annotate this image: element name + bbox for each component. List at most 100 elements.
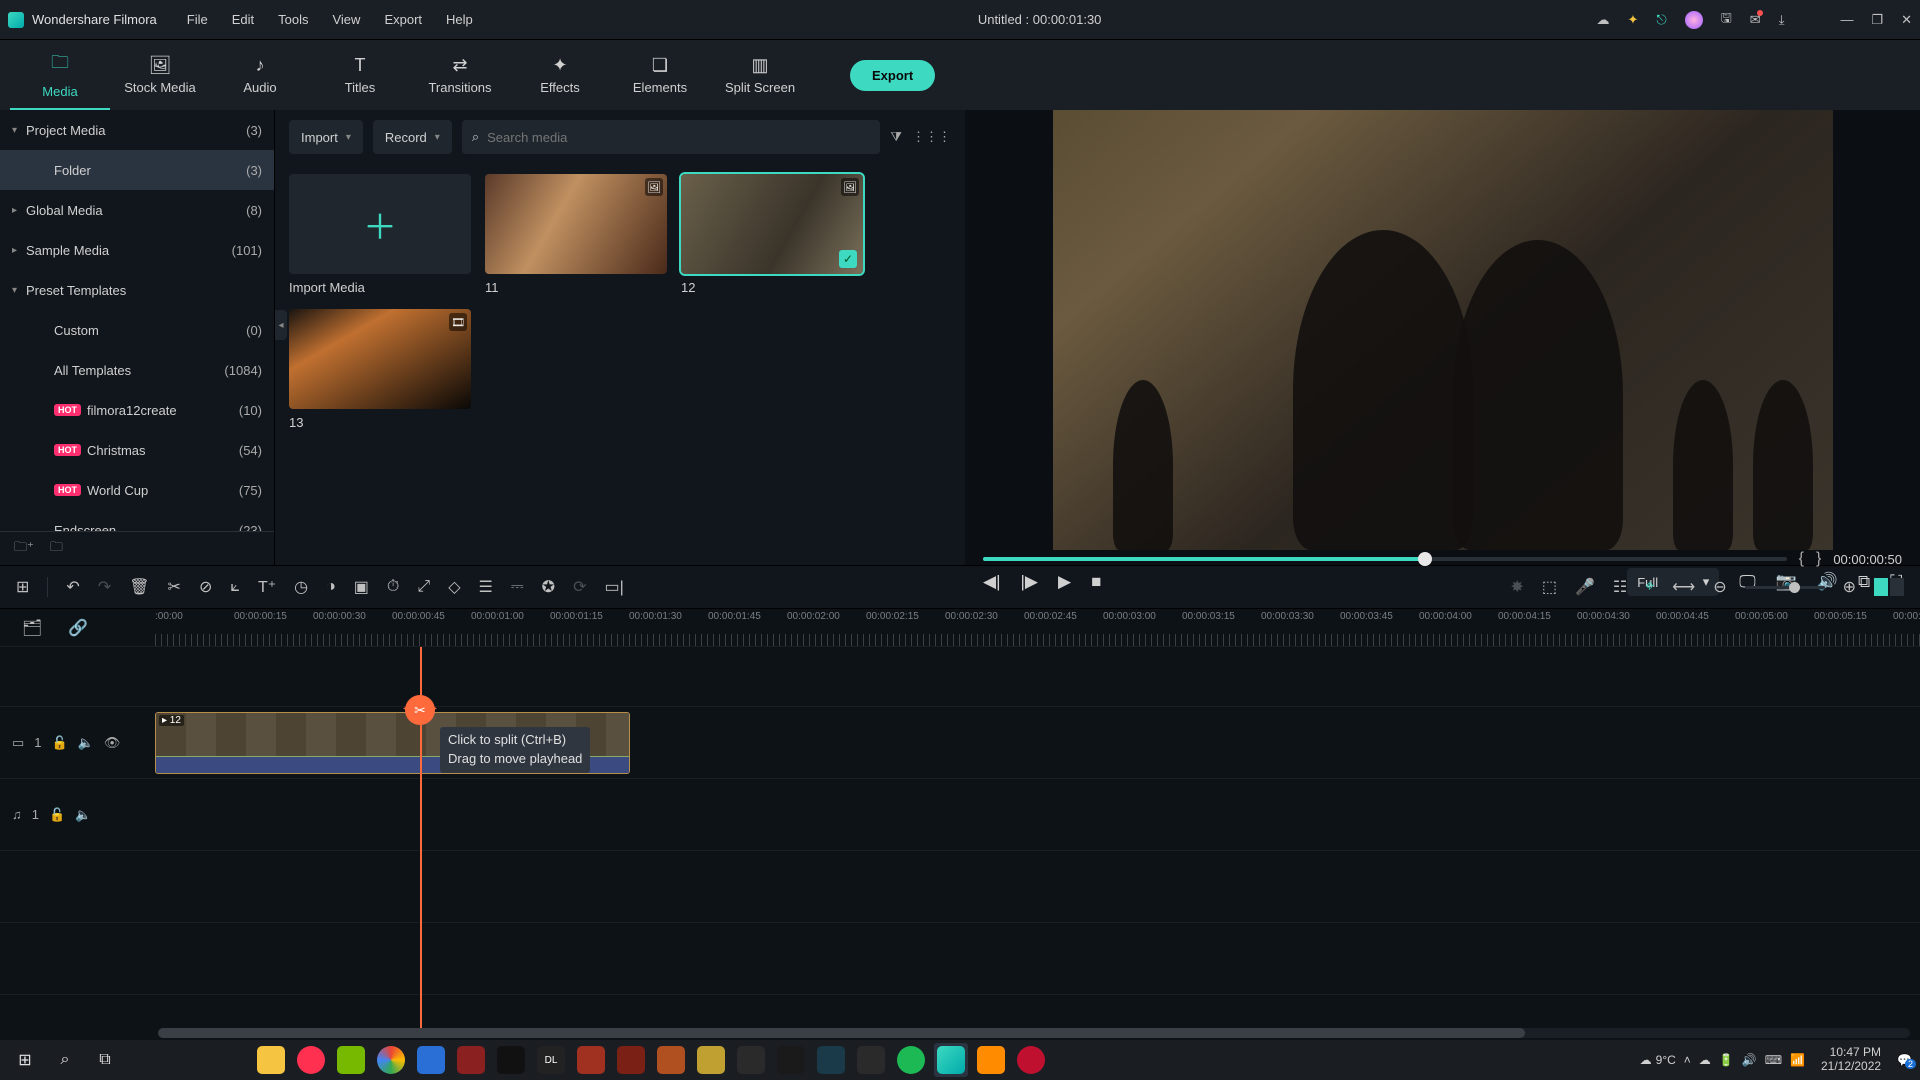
- tray-battery-icon[interactable]: 🔋: [1719, 1053, 1734, 1067]
- menu-export[interactable]: Export: [374, 8, 432, 31]
- taskbar-app[interactable]: [334, 1043, 368, 1077]
- tray-language-icon[interactable]: ⌨: [1765, 1053, 1782, 1067]
- track-visibility-icon[interactable]: 👁: [104, 735, 121, 751]
- track-mute-icon[interactable]: 🔈: [78, 735, 94, 751]
- audio-adjust-icon[interactable]: ⎓: [511, 578, 524, 596]
- menu-view[interactable]: View: [322, 8, 370, 31]
- task-view-button[interactable]: ⧉: [88, 1043, 122, 1077]
- adjust-icon[interactable]: ☰: [479, 577, 493, 597]
- magnet-snap-icon[interactable]: ⌖: [1645, 578, 1654, 596]
- taskbar-app[interactable]: [1014, 1043, 1048, 1077]
- play-button[interactable]: ▶: [1058, 572, 1071, 592]
- start-button[interactable]: ⊞: [8, 1043, 42, 1077]
- speed-icon[interactable]: ◷: [294, 577, 308, 597]
- tray-chevron-icon[interactable]: ˄: [1684, 1053, 1691, 1067]
- tab-transitions[interactable]: ⇄Transitions: [410, 40, 510, 110]
- timeline-scrollbar[interactable]: [158, 1028, 1910, 1038]
- mark-out-button[interactable]: }: [1816, 550, 1821, 568]
- tab-audio[interactable]: ♪Audio: [210, 40, 310, 110]
- record-dropdown[interactable]: Record▾: [373, 120, 452, 154]
- tray-volume-icon[interactable]: 🔊: [1742, 1053, 1757, 1067]
- mask-icon[interactable]: ◇: [448, 577, 460, 597]
- taskbar-app[interactable]: [734, 1043, 768, 1077]
- zoom-slider[interactable]: [1745, 586, 1825, 589]
- import-dropdown[interactable]: Import▾: [289, 120, 363, 154]
- track-manager-icon[interactable]: 🗂: [22, 618, 42, 638]
- render-icon[interactable]: ⟳: [573, 577, 586, 597]
- collapse-sidebar-toggle[interactable]: ◂: [275, 310, 287, 340]
- ripple-icon[interactable]: ⟷: [1672, 577, 1695, 597]
- color-icon[interactable]: ◑: [326, 578, 336, 596]
- tab-media[interactable]: 🗀Media: [10, 40, 110, 110]
- undo-icon[interactable]: ↶: [66, 577, 79, 597]
- zoom-out-icon[interactable]: ⊖: [1713, 577, 1726, 597]
- search-button[interactable]: ⌕: [48, 1043, 82, 1077]
- taskbar-app[interactable]: [974, 1043, 1008, 1077]
- window-close[interactable]: ✕: [1901, 12, 1912, 28]
- taskbar-app[interactable]: [774, 1043, 808, 1077]
- tree-item[interactable]: Custom(0): [0, 310, 274, 350]
- grid-view-icon[interactable]: ⋮⋮⋮: [912, 129, 951, 145]
- preview-scrubber[interactable]: [983, 557, 1787, 561]
- mixer-icon[interactable]: ☷: [1613, 577, 1627, 597]
- redo-icon[interactable]: ↷: [98, 577, 111, 597]
- new-folder-icon[interactable]: 🗀⁺: [14, 538, 34, 560]
- media-thumbnail[interactable]: 🎞13: [289, 309, 471, 430]
- group-icon[interactable]: ▭|: [604, 577, 623, 597]
- text-tool-icon[interactable]: T⁺: [258, 577, 276, 597]
- crop-icon[interactable]: ⟀: [230, 578, 240, 596]
- messages-icon[interactable]: ✉: [1750, 12, 1761, 28]
- fit-icon[interactable]: ⤢: [417, 578, 430, 596]
- delete-icon[interactable]: 🗑: [129, 577, 149, 597]
- link-toggle-icon[interactable]: 🔗: [68, 618, 88, 638]
- taskbar-app-active[interactable]: [934, 1043, 968, 1077]
- weather-widget[interactable]: ☁9°C: [1640, 1053, 1676, 1067]
- zoom-in-icon[interactable]: ⊕: [1843, 577, 1856, 597]
- taskbar-app[interactable]: [814, 1043, 848, 1077]
- tree-item[interactable]: All Templates(1084): [0, 350, 274, 390]
- filter-icon[interactable]: ⧩: [890, 129, 902, 145]
- taskbar-app[interactable]: [294, 1043, 328, 1077]
- track-lock-icon[interactable]: 🔓: [52, 735, 68, 751]
- open-folder-icon[interactable]: 🗀: [50, 538, 63, 560]
- taskbar-app[interactable]: [254, 1043, 288, 1077]
- tree-item[interactable]: ▸Global Media(8): [0, 190, 274, 230]
- taskbar-app[interactable]: [374, 1043, 408, 1077]
- tab-effects[interactable]: ✦Effects: [510, 40, 610, 110]
- track-mute-icon[interactable]: 🔈: [75, 807, 91, 823]
- media-search[interactable]: ⌕: [462, 120, 881, 154]
- menu-tools[interactable]: Tools: [268, 8, 318, 31]
- select-tool-icon[interactable]: ⊞: [16, 577, 29, 597]
- tab-stock-media[interactable]: 🖼Stock Media: [110, 40, 210, 110]
- timeline-ruler[interactable]: :00:0000:00:00:1500:00:00:3000:00:00:450…: [155, 609, 1920, 646]
- tips-icon[interactable]: ✦: [1628, 12, 1639, 28]
- tree-item[interactable]: ▾Preset Templates: [0, 270, 274, 310]
- taskbar-app[interactable]: [494, 1043, 528, 1077]
- split-icon[interactable]: ✂: [168, 577, 181, 597]
- next-frame-button[interactable]: |▶: [1021, 572, 1039, 592]
- window-maximize[interactable]: ❐: [1871, 12, 1883, 28]
- tree-item[interactable]: ▸Sample Media(101): [0, 230, 274, 270]
- media-thumbnail[interactable]: 🖼✓12: [681, 174, 863, 295]
- stop-button[interactable]: ■: [1091, 572, 1101, 592]
- track-size-toggle[interactable]: [1874, 578, 1904, 596]
- account-avatar[interactable]: [1685, 11, 1703, 29]
- track-lock-icon[interactable]: 🔓: [49, 807, 65, 823]
- taskbar-clock[interactable]: 10:47 PM 21/12/2022: [1821, 1046, 1881, 1074]
- taskbar-app[interactable]: [414, 1043, 448, 1077]
- tree-item[interactable]: Endscreen(23): [0, 510, 274, 531]
- enhance-icon[interactable]: ✪: [542, 577, 555, 597]
- window-minimize[interactable]: —: [1840, 12, 1853, 27]
- taskbar-app[interactable]: [614, 1043, 648, 1077]
- tree-item[interactable]: HOTfilmora12create(10): [0, 390, 274, 430]
- tree-item[interactable]: ▾Project Media(3): [0, 110, 274, 150]
- audio-track-head[interactable]: ♫1 🔓 🔈: [0, 779, 155, 850]
- tab-titles[interactable]: TTitles: [310, 40, 410, 110]
- playhead[interactable]: ◀▶ ✂: [403, 695, 437, 729]
- taskbar-app[interactable]: [894, 1043, 928, 1077]
- menu-file[interactable]: File: [177, 8, 218, 31]
- cloud-icon[interactable]: ☁: [1597, 12, 1610, 28]
- taskbar-app[interactable]: [574, 1043, 608, 1077]
- menu-help[interactable]: Help: [436, 8, 483, 31]
- taskbar-app[interactable]: [854, 1043, 888, 1077]
